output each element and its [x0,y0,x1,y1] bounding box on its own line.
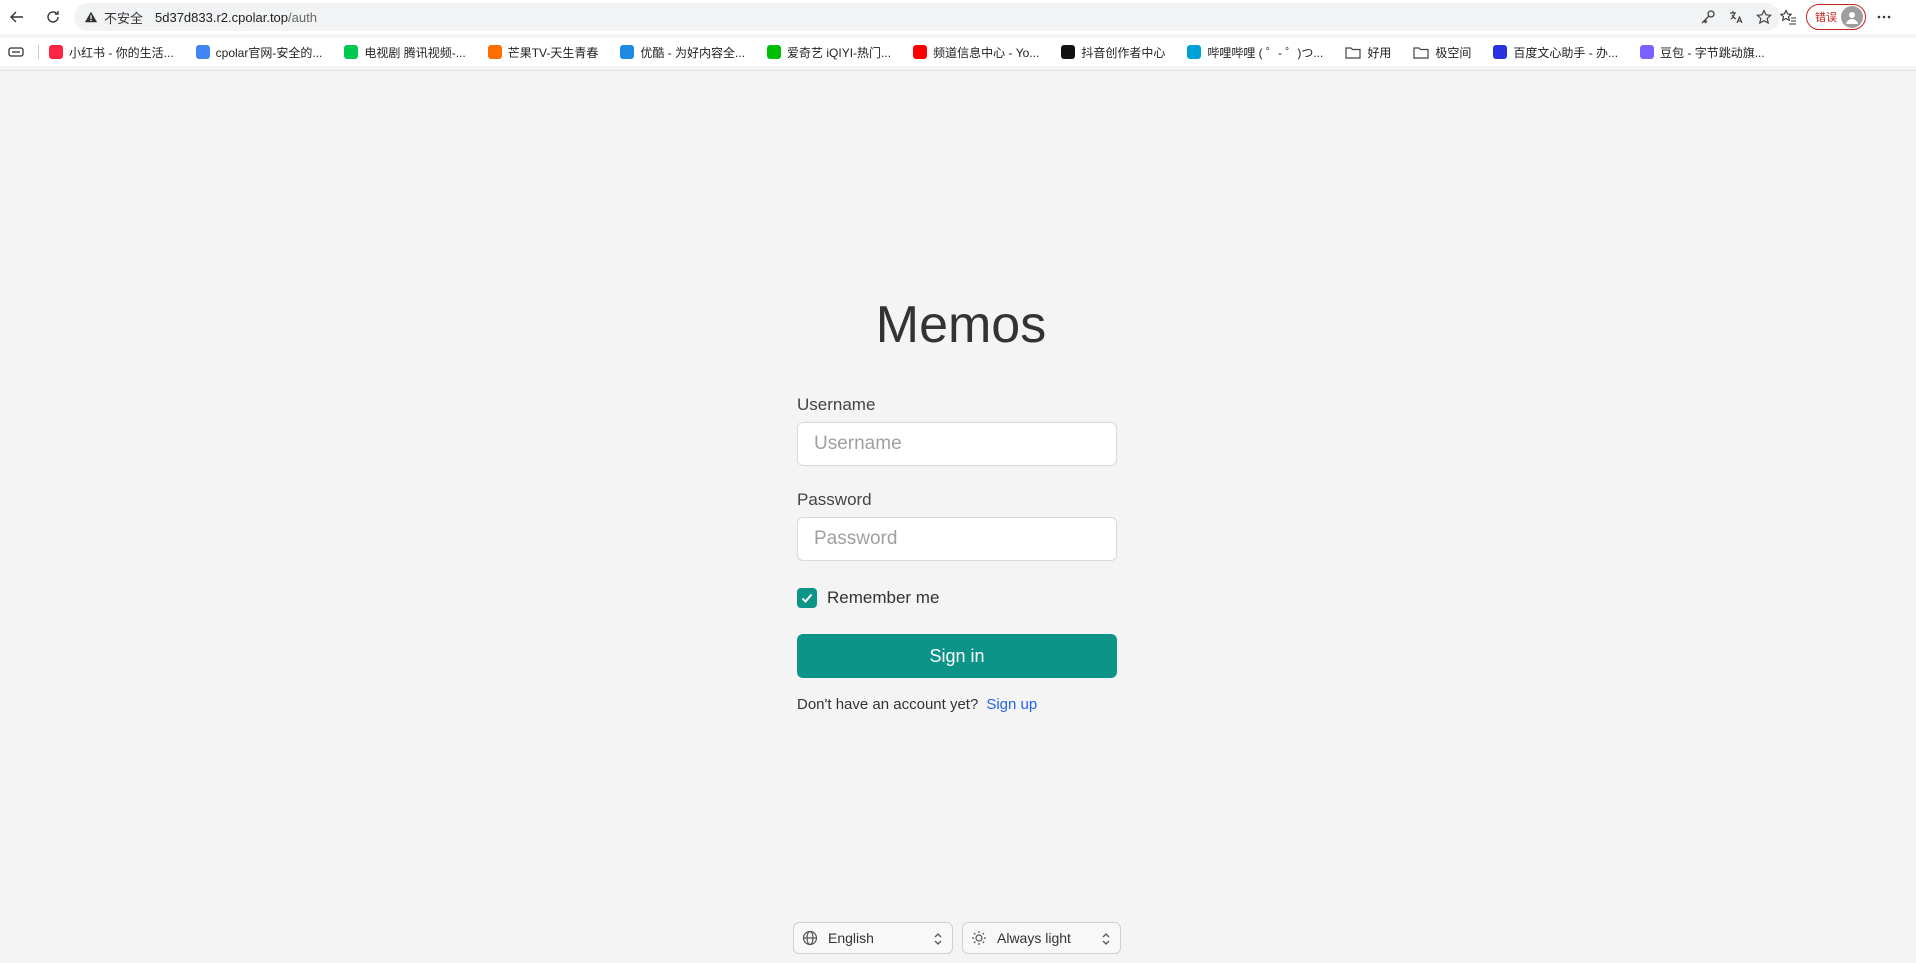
bookmark-item[interactable]: 哔哩哔哩 ( ゜- ゜)つ... [1187,44,1323,61]
bookmark-label: 抖音创作者中心 [1081,45,1166,60]
reload-button[interactable] [36,0,70,34]
bookmark-label: 电视剧 腾讯视频-... [364,45,466,60]
url-path: /auth [288,9,317,25]
bookmark-item[interactable]: 频道信息中心 - Yo... [913,44,1039,61]
bookmarks-bar: 小红书 - 你的生活... cpolar官网-安全的... 电视剧 腾讯视频-...… [0,38,1916,66]
bookmark-label: 极空间 [1435,45,1472,60]
key-icon[interactable] [1700,9,1716,25]
username-input[interactable] [797,422,1117,466]
page-title: Memos [875,296,1047,354]
profile-button[interactable]: 错误 [1806,4,1866,30]
translate-icon[interactable] [1728,9,1744,25]
bookmark-label: 豆包 - 字节跳动旗... [1660,45,1765,60]
bookmark-label: 频道信息中心 - Yo... [933,45,1040,60]
bookmark-favicon-icon [1640,45,1655,59]
bookmark-favicon-icon [1493,45,1508,59]
address-bar-actions [1700,3,1772,31]
remember-me-row[interactable]: Remember me [797,586,1117,610]
language-select[interactable]: English [793,922,953,954]
theme-value: Always light [997,930,1071,946]
bookmark-favicon-icon [344,45,359,59]
globe-icon [802,930,818,946]
more-menu-icon[interactable] [1876,9,1892,25]
favorites-icon[interactable] [1780,9,1796,25]
bookmark-item[interactable]: 芒果TV-天生青春 [487,44,599,61]
bookmark-favicon-icon [49,45,63,59]
footer-selects: English Always light [793,922,1121,954]
content-divider [0,70,1916,71]
chevron-up-down-icon [934,933,942,945]
bookmark-label: 哔哩哔哩 ( ゜- ゜)つ... [1207,45,1324,60]
url-host: 5d37d833.r2.cpolar.top [155,9,289,25]
back-button[interactable] [0,0,34,34]
tab-actions-icon[interactable] [8,45,24,59]
back-arrow-icon [10,11,23,23]
bookmark-favicon-icon [1061,45,1076,59]
bookmark-item[interactable]: 抖音创作者中心 [1061,44,1165,61]
reload-icon [47,11,59,23]
browser-toolbar: 不安全 5d37d833.r2.cpolar.top/auth 错误 [0,0,1916,34]
bookmark-item[interactable]: 爱奇艺 iQIYI-热门... [767,44,891,61]
avatar [1841,6,1863,28]
theme-select[interactable]: Always light [962,922,1121,954]
bookmark-item[interactable]: 好用 [1345,44,1391,61]
bookmark-favicon-icon [1187,45,1202,59]
bookmarks-separator [38,45,39,59]
toolbar-right: 错误 [1780,0,1892,34]
language-value: English [828,930,874,946]
username-label: Username [797,395,876,414]
remember-me-checkbox[interactable] [797,588,817,608]
folder-icon [1413,46,1429,59]
bookmark-item[interactable]: 豆包 - 字节跳动旗... [1640,44,1765,61]
bookmark-favicon-icon [620,45,635,59]
bookmark-favicon-icon [487,45,502,59]
warning-icon [84,11,98,23]
bookmark-favicon-icon [913,45,928,59]
bookmark-favicon-icon [195,45,210,59]
bookmark-label: 爱奇艺 iQIYI-热门... [787,45,892,60]
checkmark-icon [801,593,813,603]
folder-icon [1345,46,1361,59]
bookmark-label: 优酷 - 为好内容全... [640,45,746,60]
bookmark-item[interactable]: 极空间 [1413,44,1471,61]
field-spacer [797,466,1117,490]
bookmark-label: cpolar官网-安全的... [215,45,323,60]
signup-row: Don't have an account yet? Sign up [797,696,1117,713]
bookmark-label: 百度文心助手 - 办... [1513,45,1619,60]
remember-me-label[interactable]: Remember me [827,588,939,608]
bookmark-list: 小红书 - 你的生活... cpolar官网-安全的... 电视剧 腾讯视频-...… [49,44,1787,61]
chevron-up-down-icon [1102,933,1110,945]
address-bar[interactable]: 不安全 5d37d833.r2.cpolar.top/auth [74,3,1780,31]
password-label: Password [797,490,872,509]
sun-icon [972,931,986,945]
bookmark-label: 芒果TV-天生青春 [507,45,599,60]
bookmark-label: 好用 [1367,45,1392,60]
user-icon [1846,12,1858,24]
star-icon[interactable] [1756,9,1772,25]
bookmark-item[interactable]: cpolar官网-安全的... [195,44,323,61]
login-form: Username Password Remember me Sign in Do… [797,395,1117,713]
bookmark-label: 小红书 - 你的生活... [69,45,174,60]
sign-in-button[interactable]: Sign in [797,634,1117,678]
bookmark-item[interactable]: 优酷 - 为好内容全... [620,44,745,61]
bookmark-item[interactable]: 百度文心助手 - 办... [1493,44,1618,61]
bookmark-item[interactable]: 电视剧 腾讯视频-... [344,44,466,61]
profile-status: 错误 [1815,12,1837,24]
sign-up-link[interactable]: Sign up [986,696,1037,713]
bookmark-item[interactable]: 小红书 - 你的生活... [49,44,174,61]
insecure-label[interactable]: 不安全 [104,8,143,27]
bookmark-favicon-icon [767,45,782,59]
no-account-text: Don't have an account yet? [797,696,979,713]
password-input[interactable] [797,517,1117,561]
